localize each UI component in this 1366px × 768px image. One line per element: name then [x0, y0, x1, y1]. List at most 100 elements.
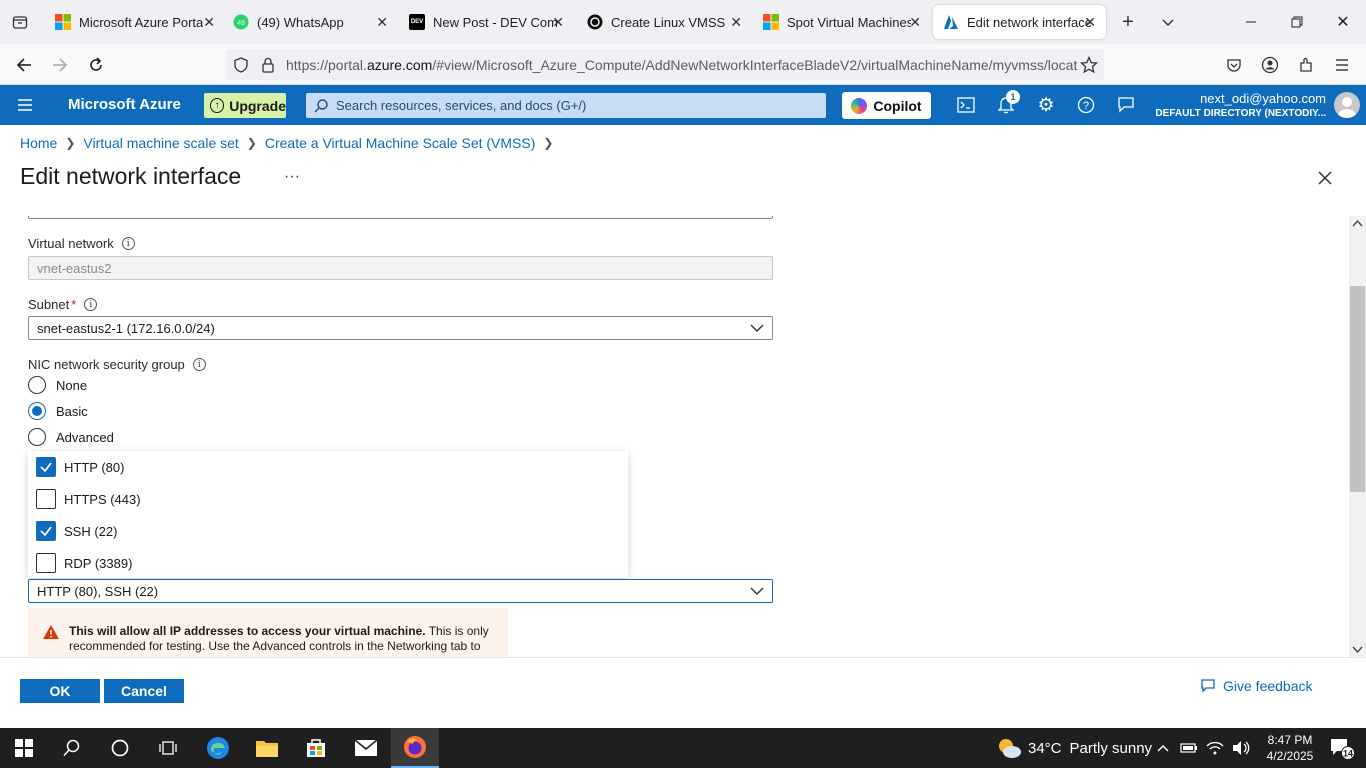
info-icon[interactable]: i: [84, 298, 98, 311]
scrollbar-thumb[interactable]: [1350, 286, 1365, 492]
bookmark-star-icon[interactable]: [1074, 50, 1104, 80]
dev-logo-icon: DEV: [409, 14, 425, 30]
close-blade-icon[interactable]: [1318, 164, 1332, 192]
url-path: /#view/Microsoft_Azure_Compute/AddNewNet…: [432, 56, 1078, 73]
cortana-icon[interactable]: [96, 728, 144, 768]
volume-icon[interactable]: [1228, 728, 1254, 768]
checkbox[interactable]: [36, 553, 56, 573]
weather-widget[interactable]: 34°C Partly sunny: [996, 737, 1152, 759]
radio-button-selected[interactable]: [28, 402, 46, 420]
subnet-label-text: Subnet: [28, 297, 70, 312]
browser-tab[interactable]: 49 (49) WhatsApp ✕: [223, 5, 398, 39]
close-tab-icon[interactable]: ✕: [376, 14, 388, 31]
port-option-http[interactable]: HTTP (80): [36, 457, 124, 477]
nsg-option-none[interactable]: None: [28, 376, 87, 394]
notifications-bell-icon[interactable]: 1: [992, 90, 1020, 119]
browser-tab[interactable]: Create Linux VMSS ✕: [577, 5, 752, 39]
extensions-icon[interactable]: [1291, 50, 1321, 80]
feedback-icon[interactable]: [1112, 91, 1140, 119]
browser-tab[interactable]: Microsoft Azure Portal ✕: [45, 5, 225, 39]
inbound-ports-select[interactable]: HTTP (80), SSH (22): [28, 579, 773, 603]
checkbox-checked[interactable]: [36, 521, 56, 541]
port-option-ssh[interactable]: SSH (22): [36, 521, 117, 541]
battery-icon[interactable]: [1176, 728, 1202, 768]
search-icon[interactable]: [48, 728, 96, 768]
settings-gear-icon[interactable]: ⚙: [1032, 91, 1060, 119]
lock-icon[interactable]: [253, 50, 283, 80]
forward-icon[interactable]: [45, 50, 75, 80]
subnet-select[interactable]: snet-eastus2-1 (172.16.0.0/24): [28, 316, 773, 340]
tab-overview-icon[interactable]: [5, 7, 35, 37]
browser-tab[interactable]: Spot Virtual Machines ✕: [753, 5, 931, 39]
give-feedback-link[interactable]: Give feedback: [1200, 678, 1313, 694]
browser-nav-bar: https://portal. azure.com/#view/Microsoft…: [0, 44, 1366, 85]
close-tab-icon[interactable]: ✕: [730, 14, 742, 31]
back-icon[interactable]: [9, 50, 39, 80]
info-icon[interactable]: i: [121, 237, 135, 250]
firefox-icon[interactable]: [391, 728, 439, 768]
minimize-window-icon[interactable]: [1228, 0, 1274, 44]
wifi-icon[interactable]: [1202, 728, 1228, 768]
chevron-up-icon[interactable]: [1150, 728, 1176, 768]
action-center-icon[interactable]: 14: [1318, 728, 1366, 768]
tab-list-chevron-icon[interactable]: [1153, 7, 1183, 37]
checkbox[interactable]: [36, 489, 56, 509]
menu-icon[interactable]: [1327, 50, 1357, 80]
vnet-field: vnet-eastus2: [28, 256, 773, 280]
option-label: SSH (22): [64, 523, 118, 539]
nsg-option-basic[interactable]: Basic: [28, 402, 88, 420]
cloud-shell-icon[interactable]: [952, 91, 980, 119]
account-icon[interactable]: [1255, 50, 1285, 80]
radio-button[interactable]: [28, 428, 46, 446]
shield-icon[interactable]: [226, 50, 256, 80]
port-option-https[interactable]: HTTPS (443): [36, 489, 141, 509]
close-window-icon[interactable]: ✕: [1320, 0, 1366, 44]
close-tab-icon[interactable]: ✕: [909, 14, 921, 31]
checkbox-checked[interactable]: [36, 457, 56, 477]
system-clock[interactable]: 8:47 PM 4/2/2025: [1262, 732, 1318, 764]
mail-icon[interactable]: [342, 728, 390, 768]
tab-title: Edit network interface: [967, 14, 1091, 30]
browser-tab[interactable]: DEV New Post - DEV Comm ✕: [399, 5, 574, 39]
global-search-input[interactable]: Search resources, services, and docs (G+…: [306, 93, 826, 118]
store-icon[interactable]: [292, 728, 340, 768]
breadcrumb-vmss[interactable]: Virtual machine scale set: [83, 135, 238, 151]
option-label: RDP (3389): [64, 555, 133, 571]
portal-menu-icon[interactable]: [11, 91, 39, 119]
account-info[interactable]: next_odi@yahoo.com DEFAULT DIRECTORY (NE…: [1155, 91, 1326, 119]
info-icon[interactable]: i: [192, 358, 206, 371]
task-view-icon[interactable]: [144, 728, 192, 768]
restore-window-icon[interactable]: [1274, 0, 1320, 44]
ok-button[interactable]: OK: [20, 679, 100, 703]
help-icon[interactable]: ?: [1072, 91, 1100, 119]
cancel-button[interactable]: Cancel: [104, 679, 184, 703]
breadcrumb-home[interactable]: Home: [20, 135, 57, 151]
radio-button[interactable]: [28, 376, 46, 394]
pocket-icon[interactable]: [1219, 50, 1249, 80]
dev-logo-text: DEV: [410, 19, 424, 25]
url-prefix: https://portal.: [286, 56, 367, 73]
scrollbar[interactable]: [1349, 216, 1366, 657]
scroll-down-icon[interactable]: [1349, 641, 1366, 657]
close-tab-icon[interactable]: ✕: [552, 14, 564, 31]
nsg-option-advanced[interactable]: Advanced: [28, 428, 114, 446]
breadcrumb-create-vmss[interactable]: Create a Virtual Machine Scale Set (VMSS…: [265, 135, 536, 151]
reload-icon[interactable]: [81, 50, 111, 80]
address-bar[interactable]: https://portal. azure.com/#view/Microsoft…: [226, 49, 1104, 80]
azure-brand[interactable]: Microsoft Azure: [68, 96, 181, 113]
upgrade-button[interactable]: ↑ Upgrade: [204, 93, 286, 118]
new-tab-icon[interactable]: +: [1113, 7, 1143, 37]
scroll-up-icon[interactable]: [1349, 216, 1366, 232]
user-email: next_odi@yahoo.com: [1200, 91, 1326, 106]
close-tab-icon[interactable]: ✕: [203, 14, 215, 31]
file-explorer-icon[interactable]: [243, 728, 291, 768]
windows-start-icon[interactable]: [0, 728, 48, 768]
edge-browser-icon[interactable]: [194, 728, 242, 768]
more-options-icon[interactable]: ···: [284, 168, 300, 186]
avatar[interactable]: [1334, 92, 1360, 118]
close-tab-icon[interactable]: ✕: [1084, 14, 1096, 31]
nsg-label-text: NIC network security group: [28, 357, 185, 372]
browser-tab-active[interactable]: Edit network interface ✕: [933, 5, 1106, 39]
port-option-rdp[interactable]: RDP (3389): [36, 553, 132, 573]
copilot-button[interactable]: Copilot: [842, 92, 931, 119]
